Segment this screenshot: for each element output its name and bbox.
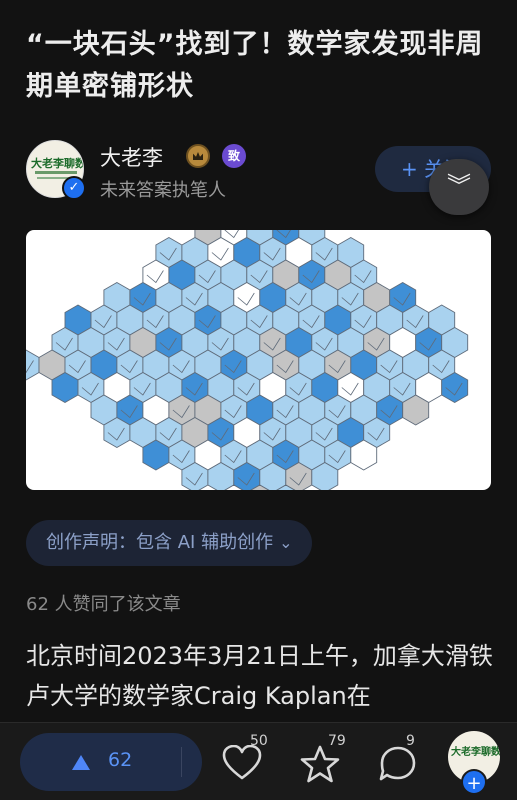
like-button[interactable]: 50 — [218, 733, 268, 787]
follow-plus-icon[interactable]: + — [461, 769, 487, 795]
heart-icon — [222, 745, 262, 780]
author-description: 未来答案执笔人 — [100, 180, 226, 201]
chevron-down-icon: ⌄ — [279, 533, 293, 552]
upvote-arrow-icon — [72, 755, 90, 770]
vote-divider — [181, 747, 182, 777]
like-count: 50 — [250, 733, 268, 749]
article-figure[interactable] — [26, 230, 491, 490]
comment-button[interactable]: 9 — [374, 733, 422, 787]
likes-summary: 62 人赞同了该文章 — [26, 594, 181, 615]
hat-tiling-image — [26, 230, 469, 490]
favorite-button[interactable]: 79 — [296, 733, 346, 787]
achievement-badge-icon[interactable]: 致 — [222, 144, 246, 168]
article-body: 北京时间2023年3月21日上午，加拿大滑铁卢大学的数学家Craig Kapla… — [26, 642, 493, 710]
double-chevron-down-icon[interactable]: ︾ — [429, 159, 489, 215]
favorite-count: 79 — [328, 733, 346, 749]
avatar-decoration — [35, 171, 77, 174]
tile — [26, 349, 40, 381]
comment-count: 9 — [406, 733, 415, 749]
mini-avatar-text: 大老李聊数学 — [451, 747, 500, 758]
author-row: 大老李聊数学 ✓ 大老李 致 未来答案执笔人 + 关注 ︾ — [26, 140, 491, 215]
article-title: “一块石头”找到了！数学家发现非周期单密铺形状 — [26, 29, 484, 102]
bottom-action-bar: 62 50 79 9 大老李聊数学 + — [0, 722, 517, 800]
crown-badge-icon[interactable] — [186, 144, 210, 168]
verified-check-icon: ✓ — [62, 176, 86, 200]
author-name[interactable]: 大老李 — [100, 142, 163, 172]
avatar-text: 大老李聊数学 — [31, 157, 83, 170]
upvote-count: 62 — [108, 749, 133, 771]
upvote-button[interactable]: 62 — [20, 733, 202, 791]
declaration-label: 创作声明：包含 AI 辅助创作 — [46, 532, 274, 553]
star-icon — [300, 745, 340, 783]
creation-declaration[interactable]: 创作声明：包含 AI 辅助创作 ⌄ — [26, 520, 313, 566]
comment-icon — [379, 746, 416, 781]
